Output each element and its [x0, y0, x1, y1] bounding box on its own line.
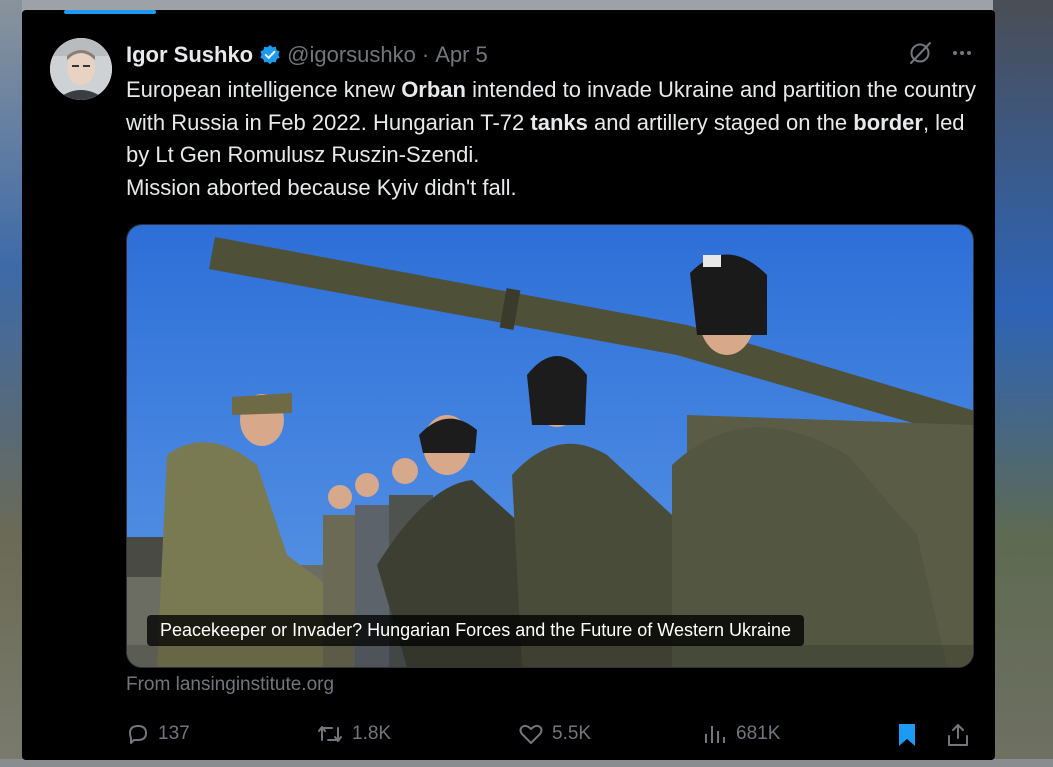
bookmark-icon	[899, 724, 915, 746]
action-bar: 137 1.8K 5.5K 681K	[126, 722, 976, 752]
backdrop-left	[0, 0, 22, 767]
tweet-bold-term: border	[853, 109, 923, 135]
separator-dot: ·	[421, 42, 430, 67]
reply-count: 137	[158, 723, 190, 744]
tweet-text-part: European intelligence knew	[126, 77, 402, 102]
more-icon[interactable]	[951, 42, 973, 69]
views-button[interactable]: 681K	[702, 722, 780, 746]
media-caption: Peacekeeper or Invader? Hungarian Forces…	[147, 615, 805, 646]
author-name[interactable]: Igor Sushko	[126, 42, 253, 68]
grok-icon[interactable]	[907, 40, 933, 71]
media-photo	[127, 225, 973, 667]
repost-icon	[318, 726, 342, 742]
bookmark-button[interactable]	[896, 722, 918, 748]
reply-button[interactable]: 137	[126, 722, 190, 746]
reply-icon	[129, 725, 147, 744]
tweet-header: Igor Sushko @igorsushko · Apr 5	[126, 40, 488, 70]
media-card[interactable]: Peacekeeper or Invader? Hungarian Forces…	[126, 224, 974, 668]
tweet-card: Igor Sushko @igorsushko · Apr 5 European…	[22, 10, 995, 760]
tweet-text-line: Mission aborted because Kyiv didn't fall…	[126, 174, 517, 200]
views-icon	[705, 726, 725, 743]
tweet-text-part: and artillery staged on the	[587, 109, 854, 135]
backdrop-right	[993, 0, 1053, 767]
active-tab-indicator	[64, 10, 156, 14]
author-handle[interactable]: @igorsushko	[287, 42, 416, 68]
repost-button[interactable]: 1.8K	[316, 722, 391, 746]
tweet-text: European intelligence knew Orban intende…	[126, 74, 986, 204]
repost-count: 1.8K	[352, 723, 392, 744]
header-actions	[907, 40, 973, 71]
views-count: 681K	[736, 723, 781, 744]
like-count: 5.5K	[552, 723, 592, 744]
tweet-bold-term: tanks	[530, 109, 588, 135]
share-icon	[948, 724, 968, 746]
tweet-bold-term: Orban	[401, 77, 466, 102]
share-button[interactable]	[946, 722, 970, 748]
link-source[interactable]: From lansinginstitute.org	[126, 674, 334, 696]
tweet-date[interactable]: Apr 5	[435, 42, 488, 68]
like-button[interactable]: 5.5K	[518, 722, 591, 746]
verified-badge-icon	[259, 44, 281, 66]
avatar[interactable]	[50, 38, 112, 100]
like-icon	[519, 724, 543, 744]
backdrop-bottom	[0, 759, 1053, 767]
